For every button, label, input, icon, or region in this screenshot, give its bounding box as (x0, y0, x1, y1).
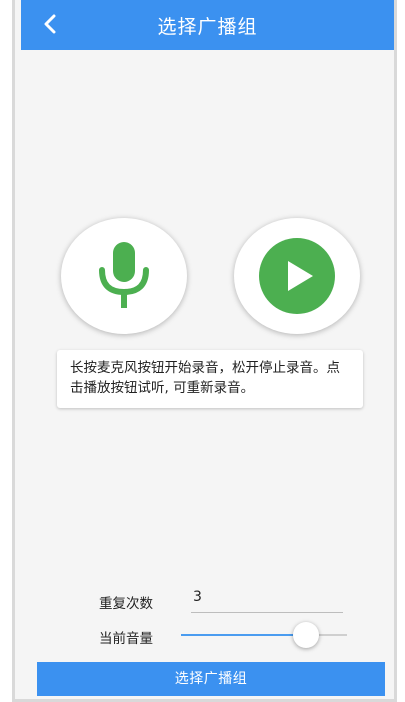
volume-track-filled (181, 634, 306, 636)
volume-slider[interactable] (181, 620, 347, 650)
instruction-tip: 长按麦克风按钮开始录音，松开停止录音。点击播放按钮试听, 可重新录音。 (57, 350, 363, 408)
page-title: 选择广播组 (157, 16, 258, 38)
record-button[interactable] (61, 218, 187, 334)
play-icon (259, 238, 335, 314)
volume-label: 当前音量 (99, 631, 153, 647)
microphone-icon (99, 242, 149, 308)
repeat-count-label: 重复次数 (99, 596, 153, 612)
select-group-button[interactable]: 选择广播组 (37, 662, 385, 696)
repeat-count-input[interactable]: 3 (191, 585, 343, 613)
play-button[interactable] (234, 218, 360, 334)
app-frame: 选择广播组 长按麦克风按钮开始录音，松开停止录音。点击播放按钮试听, 可重新录音… (12, 0, 397, 702)
volume-slider-thumb[interactable] (293, 622, 319, 648)
header-bar: 选择广播组 (21, 0, 394, 50)
